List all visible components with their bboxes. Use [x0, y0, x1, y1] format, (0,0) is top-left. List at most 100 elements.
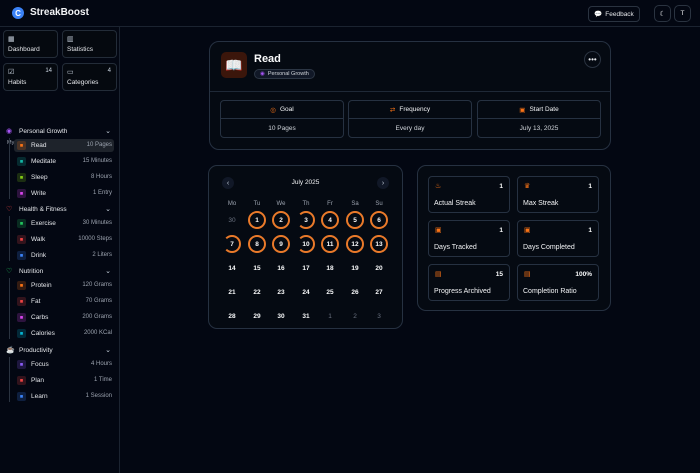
nav-card-habits[interactable]: ☑ 14 Habits — [3, 63, 58, 91]
habit-item-icon: ■ — [17, 281, 26, 290]
calendar-day[interactable]: 17 — [297, 259, 315, 277]
habit-item[interactable]: ■ Meditate 15 Minutes — [14, 155, 114, 168]
stat-box: ♛ 1 Max Streak — [517, 176, 599, 213]
stat-label: Actual Streak — [434, 200, 476, 207]
frequency-info-box: ⇄ Frequency Every day — [348, 100, 472, 138]
calendar-day[interactable]: 1 — [321, 307, 339, 325]
calendar-day[interactable]: 16 — [272, 259, 290, 277]
habit-item[interactable]: ■ Fat 70 Grams — [14, 295, 114, 308]
group-header[interactable]: ♡ Nutrition ⌄ — [6, 267, 114, 277]
calendar-day[interactable]: 27 — [370, 283, 388, 301]
nav-card-categories[interactable]: ▭ 4 Categories — [62, 63, 117, 91]
next-month-button[interactable]: › — [377, 177, 389, 189]
calendar-day[interactable]: 28 — [223, 307, 241, 325]
group-header[interactable]: ♡ Health & Fitness ⌄ — [6, 205, 114, 215]
calendar-day[interactable]: 20 — [370, 259, 388, 277]
stat-label: Days Tracked — [434, 244, 477, 251]
calendar-day[interactable]: 23 — [272, 283, 290, 301]
calendar-day[interactable]: 22 — [248, 283, 266, 301]
habit-item[interactable]: ■ Drink 2 Liters — [14, 249, 114, 262]
habit-item[interactable]: ■ Learn 1 Session — [14, 390, 114, 403]
calendar-day[interactable]: 15 — [248, 259, 266, 277]
calendar-day[interactable]: 24 — [297, 283, 315, 301]
calendar-day[interactable]: 9 — [272, 235, 290, 253]
calendar-day[interactable]: 3 — [297, 211, 315, 229]
habit-item[interactable]: ■ Write 1 Entry — [14, 187, 114, 200]
group-header[interactable]: ☕ Productivity ⌄ — [6, 346, 114, 356]
habit-item[interactable]: ■ Exercise 30 Minutes — [14, 217, 114, 230]
stat-value: 100% — [575, 271, 592, 278]
habit-item-name: Meditate — [31, 158, 56, 165]
calendar-day[interactable]: 19 — [346, 259, 364, 277]
habit-item-icon: ■ — [17, 251, 26, 260]
calendar-day[interactable]: 4 — [321, 211, 339, 229]
category-badge[interactable]: ◉ Personal Growth — [254, 69, 315, 79]
calendar-day[interactable]: 25 — [321, 283, 339, 301]
habit-item-icon: ■ — [17, 376, 26, 385]
habit-item-value: 15 Minutes — [82, 158, 112, 164]
habit-item[interactable]: ■ Sleep 8 Hours — [14, 171, 114, 184]
weekday-label: We — [276, 201, 286, 207]
calendar-day[interactable]: 1 — [248, 211, 266, 229]
nav-card-label: Categories — [67, 79, 99, 86]
calendar-day[interactable]: 8 — [248, 235, 266, 253]
habit-item-name: Exercise — [31, 220, 56, 227]
category-dot-icon: ◉ — [260, 71, 265, 77]
calendar-day[interactable]: 30 — [223, 211, 241, 229]
user-avatar-button[interactable]: T — [674, 5, 691, 22]
habit-item-name: Carbs — [31, 314, 49, 321]
feedback-button[interactable]: 💬 Feedback — [588, 6, 640, 22]
habit-item-value: 10000 Steps — [78, 236, 112, 242]
feedback-label: Feedback — [605, 10, 634, 18]
theme-toggle-button[interactable]: ☾ — [654, 5, 671, 22]
habit-item-value: 1 Session — [85, 393, 112, 399]
habit-item[interactable]: ■ Carbs 200 Grams — [14, 311, 114, 324]
group-header[interactable]: ◉ Personal Growth ⌄ — [6, 127, 114, 137]
calendar-day[interactable]: 26 — [346, 283, 364, 301]
habit-item-name: Calories — [31, 330, 55, 337]
tree-line — [9, 357, 10, 402]
info-label: Start Date — [529, 106, 559, 113]
calendar-day[interactable]: 3 — [370, 307, 388, 325]
calendar-day[interactable]: 6 — [370, 211, 388, 229]
habit-item-icon: ■ — [17, 141, 26, 150]
habit-item-name: Write — [31, 190, 47, 197]
more-options-button[interactable]: ••• — [584, 51, 601, 68]
calendar-day[interactable]: 30 — [272, 307, 290, 325]
nav-card-statistics[interactable]: ▥ Statistics — [62, 30, 117, 58]
calendar-day[interactable]: 13 — [370, 235, 388, 253]
habit-title: Read — [254, 53, 281, 65]
habit-item[interactable]: ■ Protein 120 Grams — [14, 279, 114, 292]
habit-item-value: 2000 KCal — [83, 330, 112, 336]
stat-box: ▣ 1 Days Completed — [517, 220, 599, 257]
habit-item-name: Focus — [31, 361, 49, 368]
habit-item[interactable]: ■ Plan 1 Time — [14, 374, 114, 387]
weekday-label: Mo — [227, 201, 237, 207]
clipboard-check-icon: ▤ — [524, 271, 531, 278]
habit-item[interactable]: ■ Read 10 Pages — [14, 139, 114, 152]
archive-icon: ▤ — [435, 271, 442, 278]
calendar-day[interactable]: 7 — [223, 235, 241, 253]
habit-item[interactable]: ■ Calories 2000 KCal — [14, 327, 114, 340]
streakboost-logo-icon: C — [12, 7, 24, 19]
stat-box: ♨ 1 Actual Streak — [428, 176, 510, 213]
habit-item[interactable]: ■ Focus 4 Hours — [14, 358, 114, 371]
calendar-day[interactable]: 2 — [272, 211, 290, 229]
group-icon: ☕ — [6, 347, 15, 354]
calendar-day[interactable]: 31 — [297, 307, 315, 325]
calendar-day[interactable]: 21 — [223, 283, 241, 301]
calendar-day[interactable]: 12 — [346, 235, 364, 253]
stat-box: ▤ 15 Progress Archived — [428, 264, 510, 301]
chevron-down-icon: ⌄ — [105, 128, 111, 135]
calendar-day[interactable]: 14 — [223, 259, 241, 277]
nav-card-dashboard[interactable]: ▦ Dashboard — [3, 30, 58, 58]
calendar-day[interactable]: 2 — [346, 307, 364, 325]
calendar-day[interactable]: 5 — [346, 211, 364, 229]
habit-item[interactable]: ■ Walk 10000 Steps — [14, 233, 114, 246]
calendar-day[interactable]: 11 — [321, 235, 339, 253]
calendar-day[interactable]: 29 — [248, 307, 266, 325]
stat-value: 1 — [499, 227, 503, 234]
top-bar: C StreakBoost 💬 Feedback ☾ T — [0, 0, 700, 27]
calendar-day[interactable]: 10 — [297, 235, 315, 253]
calendar-day[interactable]: 18 — [321, 259, 339, 277]
